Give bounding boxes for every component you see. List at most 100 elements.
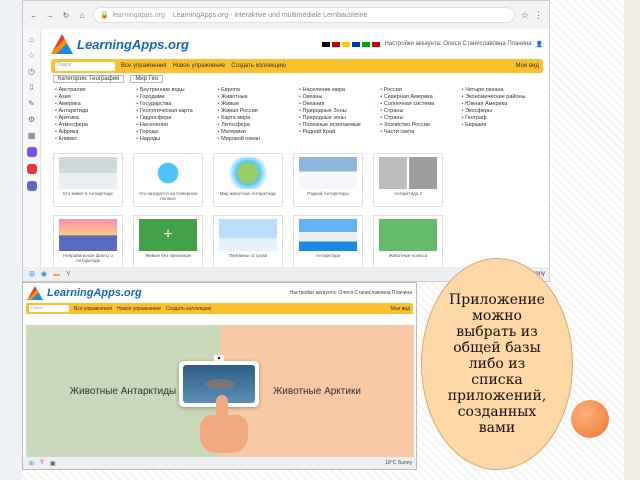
- category-select[interactable]: Категория: География: [53, 75, 125, 83]
- topic-link[interactable]: Живые: [218, 101, 295, 108]
- topic-link[interactable]: Океания: [299, 101, 376, 108]
- app-card[interactable]: Животные полюса: [373, 215, 443, 269]
- topic-link[interactable]: Население мира: [299, 87, 376, 94]
- toolbar-create-collection[interactable]: Создать коллекцию: [166, 306, 212, 312]
- sidebar-settings-icon[interactable]: ⚙: [28, 115, 35, 124]
- home-icon[interactable]: ⌂: [77, 11, 87, 20]
- subcategory-select[interactable]: Мир Гео: [130, 75, 164, 83]
- topic-link[interactable]: Южная Америка: [462, 101, 539, 108]
- sidebar-history-icon[interactable]: ◷: [28, 67, 35, 76]
- topic-link[interactable]: Животные: [218, 94, 295, 101]
- topic-link[interactable]: Городами: [136, 94, 213, 101]
- taskbar-weather[interactable]: 18°C Sunny: [385, 460, 412, 466]
- topic-link[interactable]: Евразия: [462, 122, 539, 129]
- sidebar-apps-icon[interactable]: ▦: [28, 131, 36, 140]
- toolbar-my-apps[interactable]: Мои вид: [516, 63, 539, 69]
- user-account-text[interactable]: Настройки аккаунта: Олеся Станиславовна …: [289, 290, 412, 296]
- topic-link[interactable]: Природные Зоны: [299, 108, 376, 115]
- topic-link[interactable]: Америка: [55, 101, 132, 108]
- user-account-text[interactable]: Настройки аккаунта: Олеся Станиславовна …: [384, 41, 531, 47]
- toolbar-new-exercise[interactable]: Новое упражнение: [117, 306, 161, 312]
- topic-link[interactable]: Солнечная система: [380, 101, 457, 108]
- start-icon[interactable]: ⊞: [29, 460, 34, 467]
- topic-link[interactable]: Государства: [136, 101, 213, 108]
- bookmark-icon[interactable]: ☆: [521, 10, 529, 21]
- topic-link[interactable]: Народы: [136, 136, 213, 143]
- topic-link[interactable]: Родной Край: [299, 129, 376, 136]
- topic-link[interactable]: Арктика: [55, 115, 132, 122]
- topic-link[interactable]: Мировой океан: [218, 136, 295, 143]
- topic-link[interactable]: Части света: [380, 129, 457, 136]
- app-card[interactable]: Мир животных Антарктиды: [213, 153, 283, 207]
- taskbar-explorer-icon[interactable]: ▬: [53, 271, 60, 278]
- topic-link[interactable]: Экономические районы: [462, 94, 539, 101]
- app-card[interactable]: Антарктида 2: [373, 153, 443, 207]
- topic-link[interactable]: Геологическая карта: [136, 108, 213, 115]
- forward-icon[interactable]: →: [45, 11, 55, 20]
- topic-link[interactable]: Россия: [380, 87, 457, 94]
- topic-link[interactable]: Страны: [380, 115, 457, 122]
- taskbar-app-icon[interactable]: ▣: [50, 460, 56, 467]
- topic-link[interactable]: Природные зоны: [299, 115, 376, 122]
- topic-link[interactable]: Внутренние воды: [136, 87, 213, 94]
- address-bar[interactable]: 🔒 learningapps.org LearningApps.org - in…: [93, 7, 515, 23]
- topic-link[interactable]: Материки: [218, 129, 295, 136]
- app-card[interactable]: Родной Антарктиды: [293, 153, 363, 207]
- app-card[interactable]: Пингвины острова: [213, 215, 283, 269]
- topic-link[interactable]: Географ: [462, 115, 539, 122]
- topic-link[interactable]: Климат: [55, 136, 132, 143]
- topic-link[interactable]: Океаны: [299, 94, 376, 101]
- toolbar-new-exercise[interactable]: Новое упражнение: [173, 63, 226, 69]
- user-icon[interactable]: 👤: [536, 41, 543, 48]
- extensions-icon[interactable]: ⋮: [534, 10, 543, 21]
- topic-link[interactable]: Карта мира: [218, 115, 295, 122]
- topic-link[interactable]: Хозяйство России: [380, 122, 457, 129]
- topic-link[interactable]: Населения: [136, 122, 213, 129]
- taskbar-edge-icon[interactable]: ◉: [41, 270, 47, 278]
- toolbar-all-exercises[interactable]: Все упражнения: [74, 306, 112, 312]
- search-input[interactable]: Поиск: [29, 305, 69, 312]
- sidebar-home-icon[interactable]: ⌂: [29, 35, 34, 44]
- topic-link[interactable]: Азия: [55, 94, 132, 101]
- toolbar-all-exercises[interactable]: Все упражнения: [121, 63, 167, 69]
- taskbar-yandex-icon[interactable]: Y: [40, 460, 44, 466]
- app-card[interactable]: Кто живет в Антарктиде: [53, 153, 123, 207]
- topic-link[interactable]: Северная Америка: [380, 94, 457, 101]
- topic-link[interactable]: Четыре океана: [462, 87, 539, 94]
- site-logo[interactable]: LearningApps.org: [51, 34, 189, 54]
- topic-link[interactable]: Антарктида: [55, 108, 132, 115]
- topic-link[interactable]: Страны: [380, 108, 457, 115]
- app-card[interactable]: Что находится на Северном полюсе: [133, 153, 203, 207]
- topic-link[interactable]: Живая Россия: [218, 108, 295, 115]
- topic-column: ЕвропаЖивотныеЖивыеЖивая РоссияКарта мир…: [218, 87, 295, 147]
- reload-icon[interactable]: ↻: [61, 11, 71, 20]
- app-icon-blue[interactable]: [26, 181, 37, 191]
- app-icon-purple[interactable]: [26, 147, 37, 157]
- topic-link[interactable]: Атмосфера: [55, 122, 132, 129]
- sidebar-star-icon[interactable]: ☆: [28, 51, 35, 60]
- topic-link[interactable]: Гидросфера: [136, 115, 213, 122]
- sidebar-download-icon[interactable]: ⇩: [28, 83, 35, 92]
- sidebar-note-icon[interactable]: ✎: [28, 99, 35, 108]
- back-icon[interactable]: ←: [29, 11, 39, 20]
- topic-link[interactable]: Полезные ископаемые: [299, 122, 376, 129]
- game-site-logo[interactable]: LearningApps.org: [27, 286, 142, 300]
- app-card[interactable]: Антарктида: [293, 215, 363, 269]
- start-icon[interactable]: ⊞: [29, 270, 35, 278]
- app-card[interactable]: + Живые без признаков: [133, 215, 203, 269]
- topic-link[interactable]: Африка: [55, 129, 132, 136]
- toolbar-my-apps[interactable]: Мои вид: [390, 306, 410, 312]
- language-flags[interactable]: [322, 41, 381, 47]
- app-icon-red[interactable]: [26, 164, 37, 174]
- app-card-caption: Родной Антарктиды: [307, 191, 349, 196]
- app-card[interactable]: Неправильные факты о Антарктиде: [53, 215, 123, 269]
- topic-link[interactable]: Австралия: [55, 87, 132, 94]
- topic-link[interactable]: Экосферы: [462, 108, 539, 115]
- topic-link[interactable]: Города: [136, 129, 213, 136]
- topic-link[interactable]: Литосфера: [218, 122, 295, 129]
- topic-link[interactable]: Европа: [218, 87, 295, 94]
- search-input[interactable]: Поиск: [55, 61, 115, 71]
- taskbar-yandex-icon[interactable]: Y: [66, 271, 71, 278]
- toolbar-create-collection[interactable]: Создать коллекцию: [231, 63, 286, 69]
- category-filter: Категория: География Мир Гео: [47, 73, 547, 85]
